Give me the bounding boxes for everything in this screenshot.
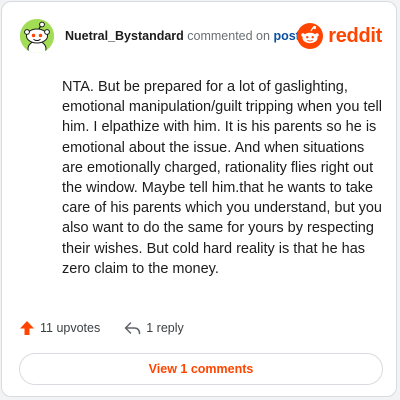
reddit-wordmark: reddit	[328, 24, 382, 47]
comment-actions: 11 upvotes 1 reply	[19, 318, 184, 338]
comment-card: Nuetral_Bystandard commented on post red…	[1, 1, 397, 397]
commented-on-text: commented on	[187, 29, 270, 43]
comment-meta: Nuetral_Bystandard commented on post	[65, 29, 300, 44]
reply-count: 1 reply	[146, 321, 184, 335]
upvote-button[interactable]: 11 upvotes	[19, 320, 100, 336]
post-link[interactable]: post	[273, 29, 299, 43]
upvote-count: 11 upvotes	[40, 321, 101, 335]
comment-body: NTA. But be prepared for a lot of gaslig…	[62, 79, 382, 277]
comment-header: Nuetral_Bystandard commented on post red…	[20, 19, 382, 53]
reddit-brand[interactable]: reddit	[297, 22, 382, 50]
reply-arrow-icon	[124, 322, 141, 335]
view-comments-button[interactable]: View 1 comments	[19, 353, 383, 385]
snoo-avatar-icon	[20, 19, 54, 53]
username-link[interactable]: Nuetral_Bystandard	[65, 29, 184, 43]
reddit-logo-icon	[297, 23, 324, 49]
reply-button[interactable]: 1 reply	[124, 321, 184, 335]
user-avatar[interactable]	[20, 19, 54, 53]
upvote-arrow-icon	[20, 321, 34, 335]
